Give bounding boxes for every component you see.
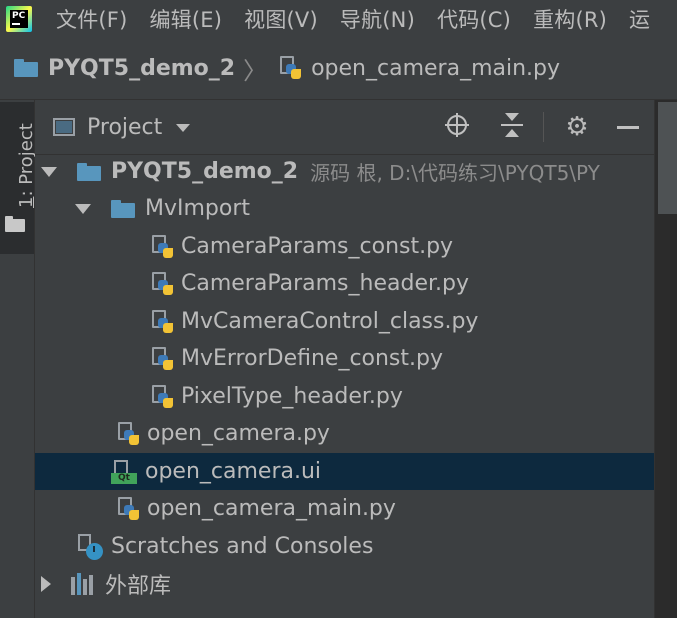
chevron-right-icon: 〉 xyxy=(243,56,268,85)
file-name: PixelType_header.py xyxy=(181,384,403,409)
python-file-icon xyxy=(115,421,139,446)
file-name: open_camera.py xyxy=(147,421,330,446)
pycharm-logo-icon: PC xyxy=(6,5,32,32)
expand-arrow-right-icon[interactable] xyxy=(41,575,51,592)
python-file-icon xyxy=(149,271,173,296)
tree-root-row[interactable]: PYQT5_demo_2 源码 根, D:\代码练习\PYQT5\PY xyxy=(35,155,654,190)
project-panel-header: Project ⚙ xyxy=(35,100,654,155)
menu-view[interactable]: 视图(V) xyxy=(244,4,318,34)
menu-bar: PC 文件(F) 编辑(E) 视图(V) 导航(N) 代码(C) 重构(R) 运 xyxy=(0,0,677,37)
menu-navigate[interactable]: 导航(N) xyxy=(340,4,415,34)
panel-title[interactable]: Project xyxy=(87,115,162,140)
root-folder-hint: 源码 根, D:\代码练习\PYQT5\PY xyxy=(310,161,600,185)
tree-folder-row[interactable]: MvImport xyxy=(35,190,654,227)
tree-file-row[interactable]: MvErrorDefine_const.py xyxy=(35,340,654,377)
tree-file-row[interactable]: CameraParams_const.py xyxy=(35,228,654,265)
tree-file-row[interactable]: open_camera.py xyxy=(35,415,654,452)
python-file-icon xyxy=(149,234,173,259)
editor-area-edge xyxy=(654,100,677,618)
folder-icon xyxy=(111,199,135,218)
project-tree: PYQT5_demo_2 源码 根, D:\代码练习\PYQT5\PY MvIm… xyxy=(35,155,654,618)
minimize-icon[interactable] xyxy=(615,113,643,141)
app-icon-text: PC xyxy=(10,9,28,28)
file-name: MvCameraControl_class.py xyxy=(181,309,479,334)
tab-label: : Project xyxy=(16,123,37,197)
file-name: open_camera.ui xyxy=(145,459,322,484)
tree-scratches-row[interactable]: Scratches and Consoles xyxy=(35,528,654,565)
folder-name: MvImport xyxy=(145,196,251,221)
file-name: CameraParams_const.py xyxy=(181,234,454,259)
editor-tab-edge[interactable] xyxy=(658,102,677,214)
root-folder-name: PYQT5_demo_2 xyxy=(111,159,299,184)
project-tool-tab-label[interactable]: 1: Project xyxy=(16,123,37,208)
python-file-icon xyxy=(277,56,302,80)
tree-file-row[interactable]: MvCameraControl_class.py xyxy=(35,303,654,340)
project-view-icon xyxy=(53,118,75,136)
file-name: open_camera_main.py xyxy=(147,496,396,521)
collapse-all-icon[interactable] xyxy=(499,113,527,141)
tree-file-row[interactable]: CameraParams_header.py xyxy=(35,265,654,302)
gear-icon[interactable]: ⚙ xyxy=(563,113,591,141)
tree-external-libs-row[interactable]: 外部库 xyxy=(35,565,654,602)
python-file-icon xyxy=(149,346,173,371)
locate-icon[interactable] xyxy=(445,113,473,141)
tree-file-row[interactable]: open_camera_main.py xyxy=(35,490,654,527)
tab-number: 1 xyxy=(16,196,37,208)
python-file-icon xyxy=(115,496,139,521)
menu-run[interactable]: 运 xyxy=(629,4,650,34)
breadcrumb: PYQT5_demo_2 〉 open_camera_main.py xyxy=(0,37,677,100)
menu-refactor[interactable]: 重构(R) xyxy=(533,4,607,34)
breadcrumb-file[interactable]: open_camera_main.py xyxy=(311,56,560,81)
library-icon xyxy=(71,572,97,595)
tree-file-row-selected[interactable]: Qt open_camera.ui xyxy=(35,453,654,490)
breadcrumb-project[interactable]: PYQT5_demo_2 xyxy=(48,56,235,81)
menu-file[interactable]: 文件(F) xyxy=(56,4,127,34)
scratches-label: Scratches and Consoles xyxy=(111,534,374,559)
tree-file-row[interactable]: PixelType_header.py xyxy=(35,378,654,415)
scratches-clock-icon xyxy=(75,533,103,560)
folder-icon xyxy=(14,59,38,77)
menu-code[interactable]: 代码(C) xyxy=(437,4,511,34)
toolbar-divider xyxy=(543,112,544,142)
folder-icon xyxy=(5,216,25,236)
expand-arrow-icon[interactable] xyxy=(75,203,91,214)
python-file-icon xyxy=(149,309,173,334)
expand-arrow-icon[interactable] xyxy=(41,166,57,177)
qt-ui-file-icon: Qt xyxy=(111,459,137,484)
menu-edit[interactable]: 编辑(E) xyxy=(149,4,222,34)
python-file-icon xyxy=(149,384,173,409)
file-name: MvErrorDefine_const.py xyxy=(181,346,444,371)
folder-icon xyxy=(77,162,101,181)
external-libs-label: 外部库 xyxy=(105,573,172,599)
chevron-down-icon[interactable] xyxy=(176,124,191,132)
file-name: CameraParams_header.py xyxy=(181,271,469,296)
qt-badge: Qt xyxy=(111,472,137,484)
